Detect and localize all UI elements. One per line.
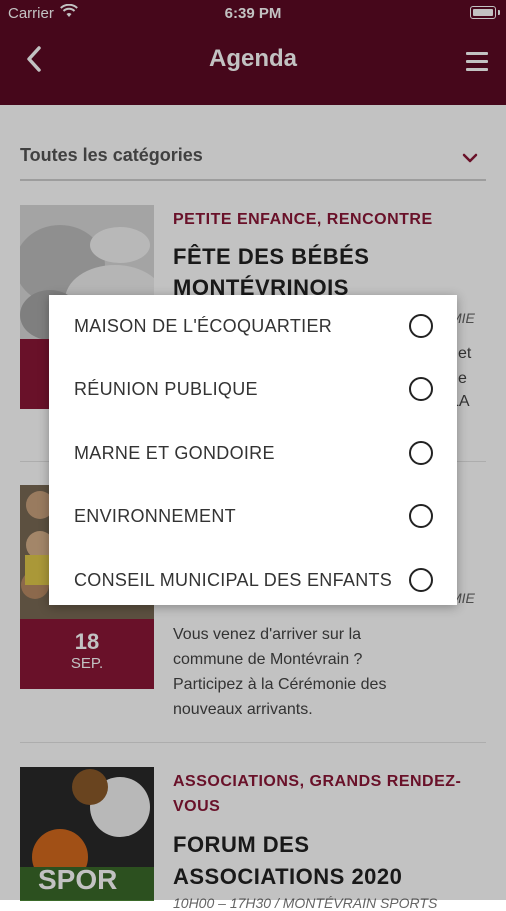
radio-button-icon[interactable] bbox=[409, 504, 433, 528]
category-option-label: ENVIRONNEMENT bbox=[74, 506, 236, 526]
category-picker-dialog: MAISON DE L'ÉCOQUARTIER RÉUNION PUBLIQUE… bbox=[49, 295, 457, 605]
category-option-label: MAISON DE L'ÉCOQUARTIER bbox=[74, 316, 333, 336]
category-option[interactable]: CONSEIL MUNICIPAL DES ENFANTS bbox=[49, 550, 457, 613]
category-option-label: MARNE ET GONDOIRE bbox=[74, 443, 275, 463]
radio-button-icon[interactable] bbox=[409, 441, 433, 465]
radio-button-icon[interactable] bbox=[409, 377, 433, 401]
radio-button-icon[interactable] bbox=[409, 314, 433, 338]
category-option[interactable]: MARNE ET GONDOIRE bbox=[49, 423, 457, 486]
category-option[interactable]: RÉUNION PUBLIQUE bbox=[49, 359, 457, 422]
category-option-label: RÉUNION PUBLIQUE bbox=[74, 379, 258, 399]
category-option-label: CONSEIL MUNICIPAL DES ENFANTS bbox=[74, 570, 393, 590]
radio-button-icon[interactable] bbox=[409, 568, 433, 592]
category-option[interactable]: MAISON DE L'ÉCOQUARTIER bbox=[49, 296, 457, 359]
category-option[interactable]: ENVIRONNEMENT bbox=[49, 486, 457, 549]
